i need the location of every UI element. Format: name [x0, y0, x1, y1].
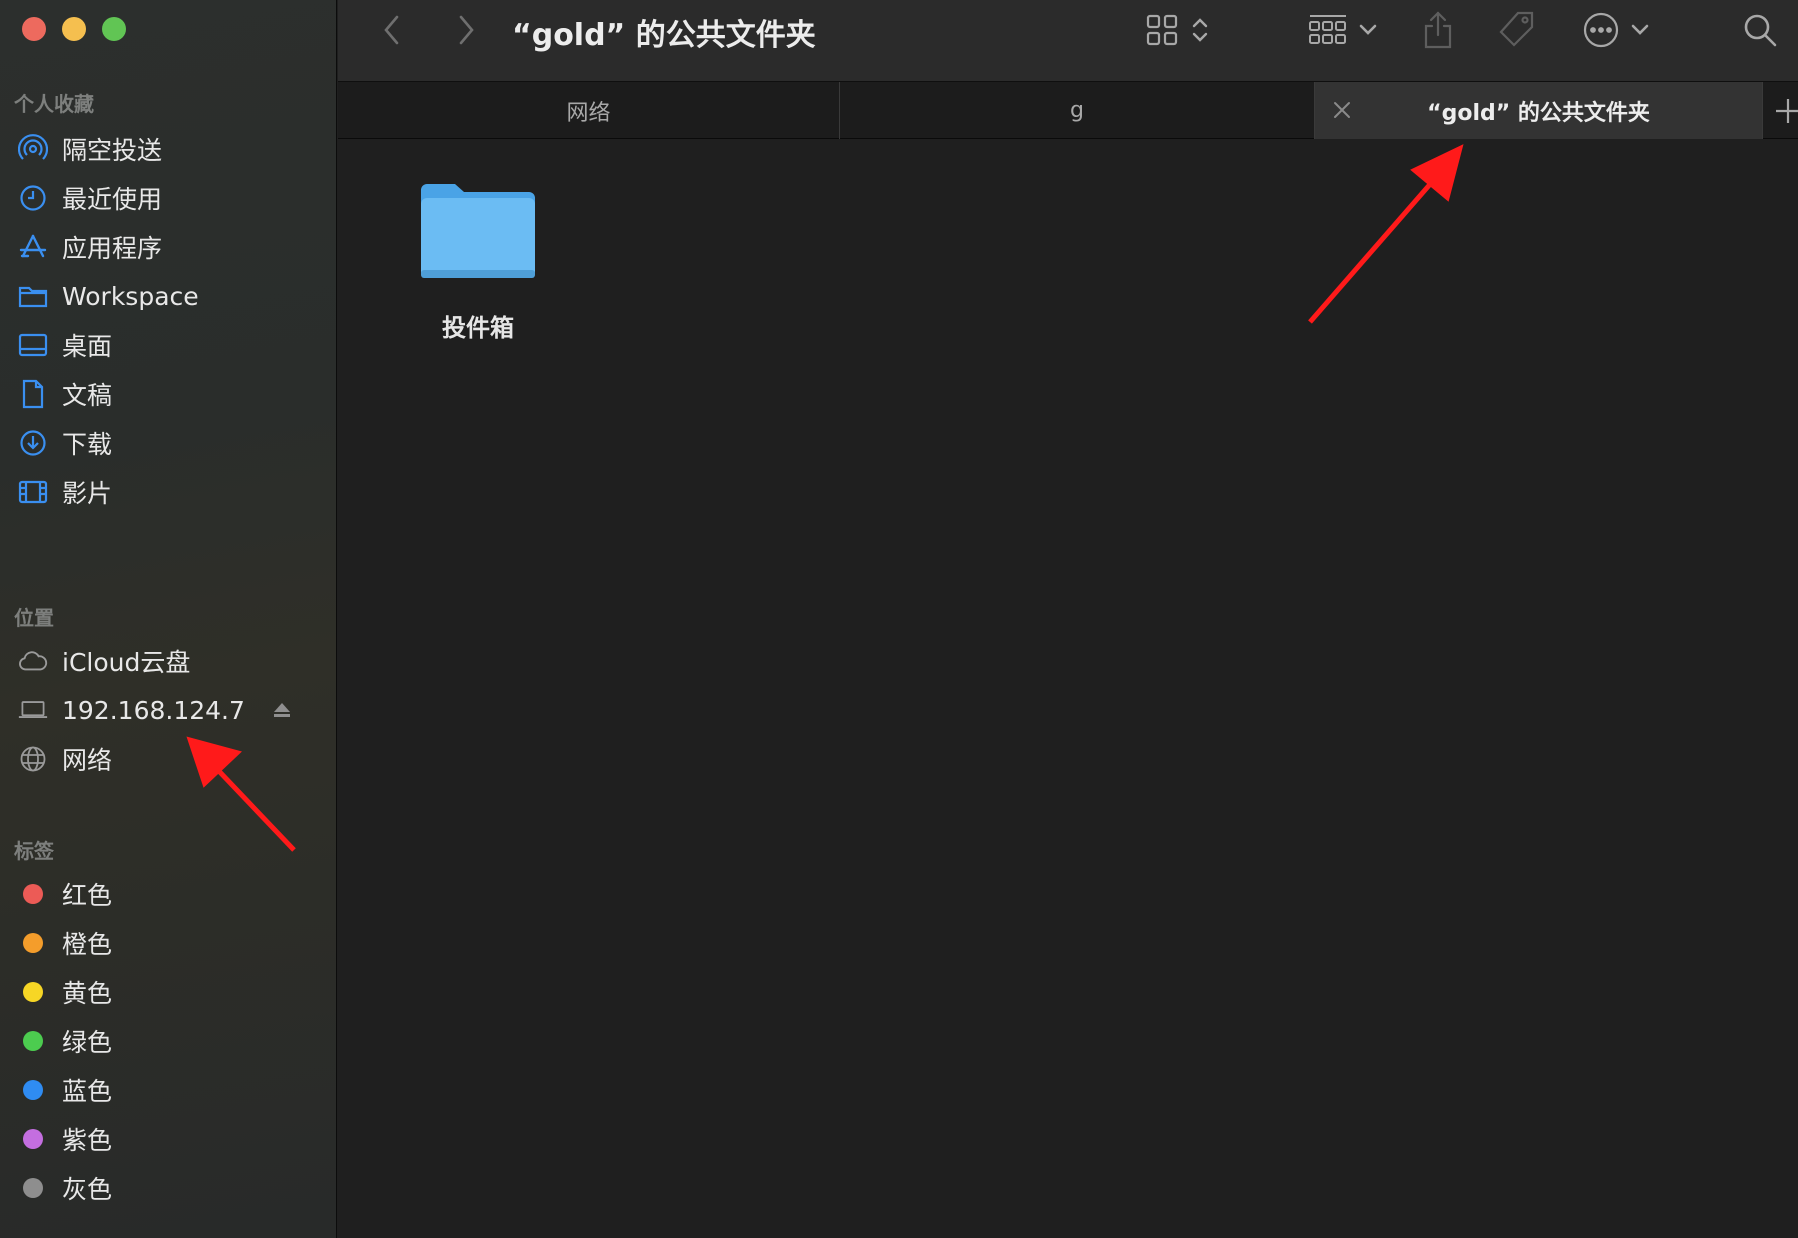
sidebar-item-label: 网络 [62, 746, 113, 775]
sidebar-item-label: 桌面 [62, 332, 113, 361]
chevron-left-icon [384, 15, 399, 45]
view-mode-button[interactable] [1146, 8, 1210, 52]
sidebar-item-label: 灰色 [62, 1175, 113, 1204]
sidebar-item-label: 192.168.124.7 [62, 695, 245, 725]
tag-color-dot [18, 1174, 48, 1202]
search-button[interactable] [1742, 8, 1778, 52]
close-icon[interactable] [1331, 99, 1353, 121]
sidebar-tag-gray[interactable]: 灰色 [0, 1164, 336, 1212]
close-window-button[interactable] [22, 17, 46, 41]
locations-section-title: 位置 [14, 606, 54, 630]
finder-window: 个人收藏 隔空投送 最近使用 应用程序 Workspace 桌面 文稿 下载 影… [0, 0, 1798, 1238]
back-button[interactable] [374, 12, 410, 48]
sidebar-item-movies[interactable]: 影片 [0, 468, 336, 516]
share-icon [1424, 11, 1452, 49]
document-icon [18, 379, 48, 409]
sidebar-item-label: 最近使用 [62, 185, 163, 214]
globe-icon [18, 745, 48, 773]
film-icon [18, 478, 48, 506]
folder-icon [421, 184, 535, 278]
group-button[interactable] [1308, 8, 1378, 52]
tab-label: g [1070, 98, 1084, 123]
sidebar-tag-green[interactable]: 绿色 [0, 1017, 336, 1065]
more-actions-button[interactable] [1582, 8, 1650, 52]
tags-section-title: 标签 [14, 839, 54, 863]
tab-bar: 网络 g “gold” 的公共文件夹 [338, 82, 1798, 139]
grid-view-icon [1146, 14, 1178, 46]
sidebar-item-label: iCloud云盘 [62, 648, 191, 677]
sidebar-item-workspace[interactable]: Workspace [0, 272, 336, 320]
sidebar-item-recents[interactable]: 最近使用 [0, 174, 336, 222]
laptop-icon [18, 696, 48, 724]
ellipsis-circle-icon [1583, 12, 1619, 48]
sidebar-item-airdrop[interactable]: 隔空投送 [0, 125, 336, 173]
sidebar-item-server[interactable]: 192.168.124.7 [0, 686, 336, 734]
sidebar-tag-orange[interactable]: 橙色 [0, 919, 336, 967]
folder-icon [18, 282, 48, 310]
sidebar-item-label: 黄色 [62, 979, 113, 1008]
tag-button[interactable] [1496, 8, 1536, 52]
folder-item[interactable]: 投件箱 [408, 180, 548, 343]
sidebar-item-label: 隔空投送 [62, 136, 163, 165]
sidebar-item-downloads[interactable]: 下载 [0, 419, 336, 467]
share-button[interactable] [1422, 8, 1454, 52]
sidebar-item-label: 紫色 [62, 1126, 113, 1155]
sidebar-item-desktop[interactable]: 桌面 [0, 321, 336, 369]
group-icon [1309, 15, 1346, 44]
toolbar: “gold” 的公共文件夹 [338, 0, 1798, 82]
download-icon [18, 429, 48, 457]
search-icon [1744, 14, 1777, 47]
tag-color-dot [18, 1027, 48, 1055]
sidebar-tag-yellow[interactable]: 黄色 [0, 968, 336, 1016]
file-browser-area[interactable]: 投件箱 [338, 140, 1798, 1238]
folder-name: 投件箱 [442, 314, 514, 342]
sidebar-item-label: 下载 [62, 430, 113, 459]
sidebar-tag-purple[interactable]: 紫色 [0, 1115, 336, 1163]
sidebar-item-label: 红色 [62, 881, 113, 910]
sidebar-item-label: 绿色 [62, 1028, 113, 1057]
chevron-updown-icon [1192, 18, 1208, 42]
chevron-right-icon [459, 15, 474, 45]
tag-color-dot [18, 1125, 48, 1153]
eject-icon[interactable] [270, 698, 294, 722]
favorites-section-title: 个人收藏 [14, 92, 94, 116]
sidebar-item-label: Workspace [62, 281, 199, 311]
sidebar-tag-red[interactable]: 红色 [0, 870, 336, 918]
sidebar-tag-blue[interactable]: 蓝色 [0, 1066, 336, 1114]
zoom-window-button[interactable] [102, 17, 126, 41]
chevron-down-icon [1359, 24, 1377, 35]
airdrop-icon [18, 134, 48, 163]
window-title: “gold” 的公共文件夹 [512, 18, 816, 53]
sidebar: 个人收藏 隔空投送 最近使用 应用程序 Workspace 桌面 文稿 下载 影… [0, 0, 337, 1238]
clock-icon [18, 184, 48, 212]
traffic-lights [22, 17, 126, 41]
minimize-window-button[interactable] [62, 17, 86, 41]
sidebar-item-label: 影片 [62, 479, 113, 508]
desktop-icon [18, 331, 48, 359]
applications-icon [18, 233, 48, 261]
tag-color-dot [18, 929, 48, 957]
sidebar-item-network[interactable]: 网络 [0, 735, 336, 783]
tag-icon [1499, 11, 1534, 47]
chevron-down-icon [1631, 24, 1649, 35]
sidebar-item-documents[interactable]: 文稿 [0, 370, 336, 418]
tab-label: 网络 [566, 100, 611, 126]
tag-color-dot [18, 1076, 48, 1104]
sidebar-item-label: 橙色 [62, 930, 113, 959]
tab-label: “gold” 的公共文件夹 [1427, 100, 1650, 126]
tab-gold-public-folder[interactable]: “gold” 的公共文件夹 [1315, 82, 1763, 139]
sidebar-item-label: 应用程序 [62, 234, 163, 263]
cloud-icon [18, 647, 48, 675]
tag-color-dot [18, 978, 48, 1006]
tag-color-dot [18, 880, 48, 908]
sidebar-item-label: 蓝色 [62, 1077, 113, 1106]
plus-icon [1776, 99, 1798, 123]
sidebar-item-label: 文稿 [62, 381, 113, 410]
sidebar-item-icloud[interactable]: iCloud云盘 [0, 637, 336, 685]
forward-button[interactable] [448, 12, 484, 48]
new-tab-button[interactable] [1773, 96, 1798, 126]
sidebar-item-applications[interactable]: 应用程序 [0, 223, 336, 271]
tab-network[interactable]: 网络 [338, 82, 840, 139]
tab-g[interactable]: g [840, 82, 1315, 139]
